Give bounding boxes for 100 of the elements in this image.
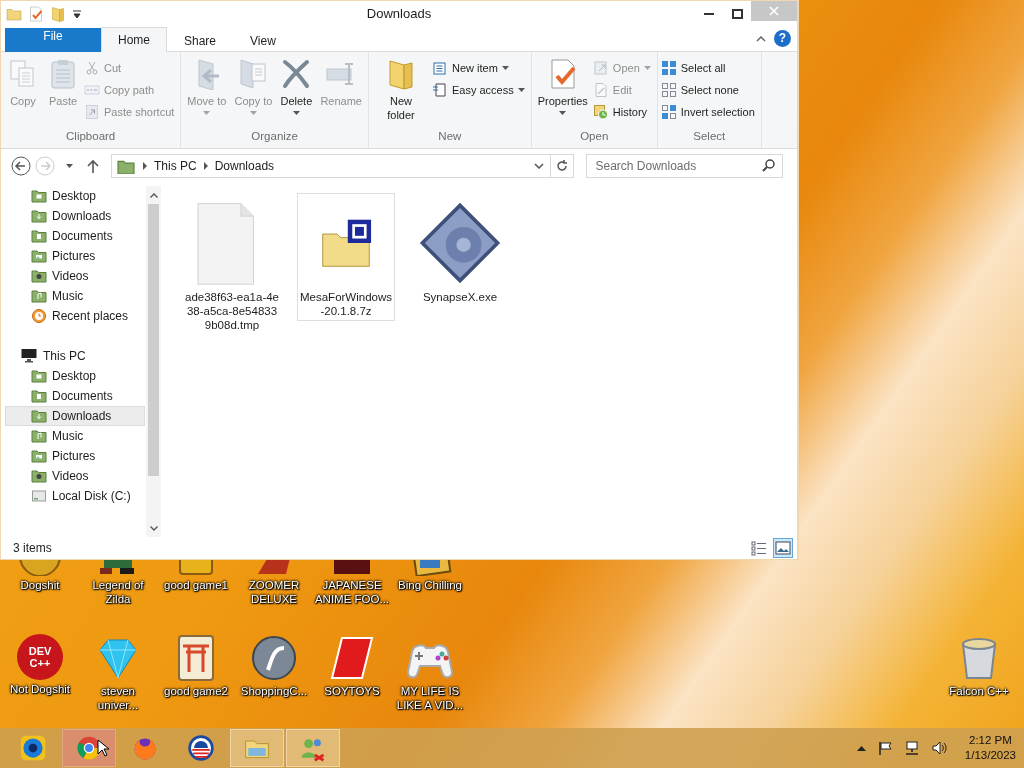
nav-item[interactable]: Pictures xyxy=(5,446,146,466)
ribbon-tab[interactable]: View xyxy=(233,28,293,52)
clock-date[interactable]: 1/13/2023 xyxy=(964,748,1016,763)
address-field[interactable]: This PC Downloads xyxy=(111,154,552,178)
chevron-up-icon xyxy=(856,745,866,751)
select-none-icon xyxy=(660,81,677,98)
back-button[interactable] xyxy=(11,155,31,177)
caret-icon xyxy=(559,111,567,115)
flag-icon xyxy=(877,741,892,755)
invert-selection-icon xyxy=(660,103,677,120)
mouse-cursor-icon xyxy=(97,739,109,757)
details-view-button[interactable] xyxy=(749,538,769,558)
scroll-down-icon xyxy=(149,525,158,531)
history-icon xyxy=(592,103,609,120)
scissors-icon xyxy=(84,59,100,76)
ribbon-button[interactable]: Delete xyxy=(277,56,316,130)
search-icon xyxy=(762,159,775,172)
nav-item[interactable]: Pictures xyxy=(5,246,146,266)
nav-item[interactable]: Desktop xyxy=(5,366,146,386)
clock-time[interactable]: 2:12 PM xyxy=(969,733,1012,748)
sphere-icon xyxy=(250,634,298,682)
ribbon-tab[interactable]: Share xyxy=(167,28,234,52)
slanted-logo-icon xyxy=(328,634,376,682)
nav-item[interactable]: Videos xyxy=(5,266,146,286)
file-item[interactable]: ade38f63-ea1a-4e38-a5ca-8e548339b08d.tmp xyxy=(183,193,281,335)
shortcut-icon xyxy=(84,103,100,120)
file-item[interactable]: SynapseX.exe xyxy=(411,193,509,307)
ribbon-button[interactable]: New folder xyxy=(371,56,430,130)
caret-icon xyxy=(203,111,211,115)
ribbon-button[interactable]: New item xyxy=(431,58,528,77)
nav-item[interactable]: Music xyxy=(5,286,146,306)
taskbar-button[interactable] xyxy=(62,729,116,767)
videos-folder-icon xyxy=(31,268,47,284)
documents-folder-icon xyxy=(31,388,47,404)
ribbon-button[interactable]: Select none xyxy=(660,80,758,99)
caret-icon xyxy=(65,164,73,168)
breadcrumb-item[interactable]: This PC xyxy=(154,159,197,173)
nav-item[interactable]: Desktop xyxy=(5,186,146,206)
search-field[interactable]: Search Downloads xyxy=(586,154,783,178)
nav-item[interactable]: Videos xyxy=(5,466,146,486)
ribbon-button[interactable]: Invert selection xyxy=(660,102,758,121)
select-all-icon xyxy=(660,59,677,76)
location-folder-icon xyxy=(116,158,136,174)
recent-places-icon xyxy=(31,308,47,324)
caret-icon xyxy=(249,111,257,115)
ribbon-button[interactable]: Properties xyxy=(534,56,591,130)
up-arrow-icon xyxy=(87,159,99,173)
new-item-icon xyxy=(431,59,448,76)
ribbon-button[interactable]: History xyxy=(592,102,654,121)
scrollbar-thumb[interactable] xyxy=(148,204,159,476)
file-tab[interactable]: File xyxy=(5,28,101,52)
music-folder-icon xyxy=(31,288,47,304)
details-view-icon xyxy=(751,540,767,556)
dropdown-chevron-icon xyxy=(534,163,545,169)
nav-item[interactable]: This PC xyxy=(5,346,146,366)
nav-item[interactable]: Music xyxy=(5,426,146,446)
ribbon-tab[interactable]: Home xyxy=(101,27,167,52)
circle-logo-icon xyxy=(187,734,215,762)
nav-item[interactable]: Local Disk (C:) xyxy=(5,486,146,506)
desktop-folder-icon xyxy=(31,368,47,384)
maximize-icon xyxy=(731,8,743,19)
easy-access-icon xyxy=(431,81,448,98)
nav-item[interactable]: Documents xyxy=(5,386,146,406)
minimize-icon xyxy=(704,12,714,15)
videos-folder-icon xyxy=(31,468,47,484)
globe-icon xyxy=(19,734,47,762)
scroll-up-icon xyxy=(149,192,158,198)
item-count: 3 items xyxy=(13,541,52,555)
close-icon xyxy=(769,6,779,16)
edit-icon xyxy=(592,81,609,98)
ribbon-button[interactable]: Easy access xyxy=(431,80,528,99)
nav-item[interactable]: Documents xyxy=(5,226,146,246)
chevron-right-icon xyxy=(142,162,148,170)
diamond-gear-icon xyxy=(417,200,503,286)
group-label: New xyxy=(437,130,463,144)
network-icon xyxy=(903,741,920,755)
group-label: Open xyxy=(579,130,610,144)
large-icons-view-button[interactable] xyxy=(773,538,793,558)
drive-icon xyxy=(31,488,47,504)
folder-icon xyxy=(50,5,66,22)
ribbon-button[interactable]: Select all xyxy=(660,58,758,77)
chevron-right-icon xyxy=(202,162,209,170)
caret-icon xyxy=(501,65,509,70)
program-logo-icon[interactable]: DEV C++ xyxy=(17,634,63,680)
nav-item[interactable]: Downloads xyxy=(5,406,146,426)
nav-item[interactable]: Recent places xyxy=(5,306,146,326)
customize-dropdown-icon xyxy=(72,8,82,19)
help-button[interactable]: ? xyxy=(774,30,791,47)
monitor-icon xyxy=(20,348,38,364)
pictures-folder-icon xyxy=(31,448,47,464)
breadcrumb-item[interactable]: Downloads xyxy=(214,159,275,173)
speaker-icon xyxy=(931,741,948,755)
window-title: Downloads xyxy=(365,6,433,21)
downloads-folder-icon xyxy=(31,408,47,424)
nav-item[interactable]: Downloads xyxy=(5,206,146,226)
chevron-up-icon xyxy=(756,35,766,42)
group-label: Organize xyxy=(250,130,299,144)
caret-icon xyxy=(517,87,525,92)
refresh-button[interactable] xyxy=(551,154,575,178)
file-item[interactable]: MesaForWindows-20.1.8.7z xyxy=(297,193,395,321)
